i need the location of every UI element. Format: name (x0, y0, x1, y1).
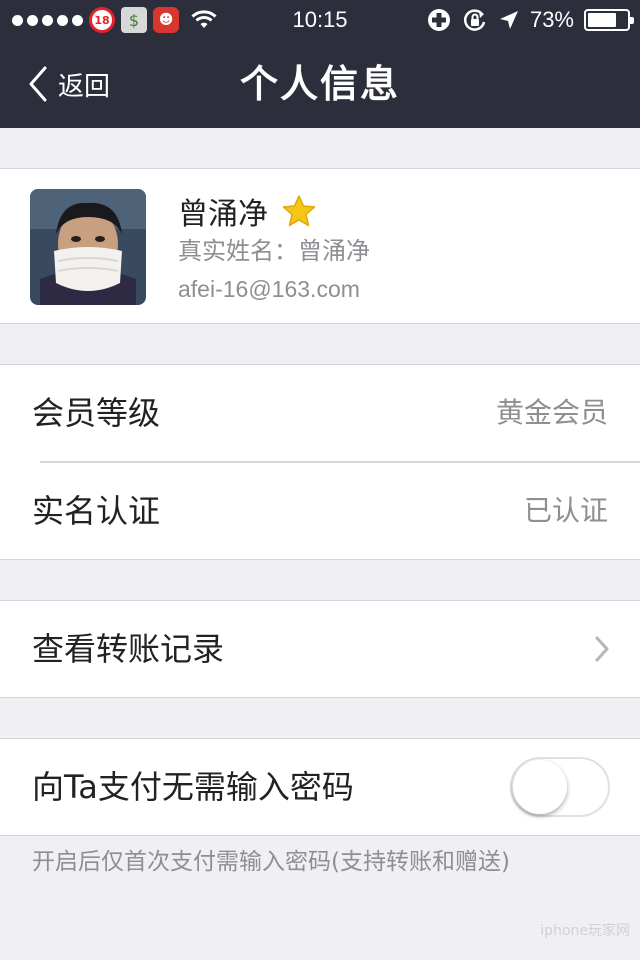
real-name-auth-label: 实名认证 (32, 492, 161, 530)
no-password-label: 向Ta支付无需输入密码 (32, 768, 354, 806)
no-password-section: 向Ta支付无需输入密码 (0, 738, 640, 836)
navigation-bar: 返回 个人信息 (0, 40, 640, 128)
battery-icon (584, 9, 634, 31)
real-name-auth-value: 已认证 (523, 494, 608, 527)
member-level-value: 黄金会员 (495, 396, 608, 429)
avatar-image (30, 189, 146, 305)
battery-percent: 73% (529, 7, 574, 32)
battery-fill (588, 13, 616, 27)
transfer-records-row[interactable]: 查看转账记录 (0, 601, 640, 697)
status-right: 73% (426, 6, 634, 34)
page-title: 个人信息 (239, 62, 400, 106)
display-name: 曾涌净 (178, 197, 268, 232)
profile-card: 曾涌净 真实姓名：曾涌净 afei-16@163.com (0, 168, 640, 324)
medical-cross-icon (427, 9, 450, 31)
avatar[interactable] (30, 189, 146, 305)
watermark: iphone玩家网 (540, 923, 630, 939)
location-arrow-icon (499, 11, 518, 29)
account-status-section: 会员等级 黄金会员 实名认证 已认证 (0, 364, 640, 560)
email-text: afei-16@163.com (178, 276, 360, 302)
rotation-lock-icon (463, 9, 486, 31)
name-row: 曾涌净 (178, 191, 316, 232)
transfer-records-label: 查看转账记录 (32, 630, 225, 668)
no-password-toggle[interactable] (510, 757, 610, 817)
member-level-row[interactable]: 会员等级 黄金会员 (0, 365, 640, 461)
chevron-right-icon (595, 636, 609, 662)
toggle-knob[interactable] (513, 760, 567, 814)
transfer-records-section: 查看转账记录 (0, 600, 640, 698)
member-level-label: 会员等级 (32, 394, 161, 432)
star-icon (282, 195, 316, 227)
toggle-footnote: 开启后仅首次支付需输入密码(支持转账和赠送) (32, 849, 510, 875)
real-name-auth-row[interactable]: 实名认证 已认证 (0, 463, 640, 559)
status-bar: 18 $ ☻ 10:15 73% (0, 0, 640, 40)
no-password-row: 向Ta支付无需输入密码 (0, 739, 640, 835)
real-name-text: 真实姓名：曾涌净 (178, 237, 370, 265)
